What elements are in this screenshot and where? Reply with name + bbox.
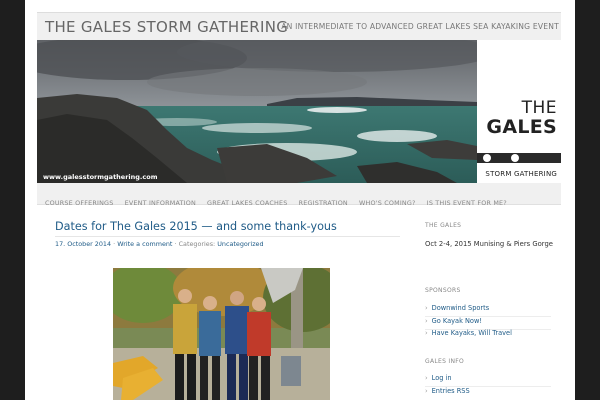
logo-gales-text: GALES (486, 116, 557, 138)
category-link[interactable]: Uncategorized (217, 240, 263, 248)
bullet-icon: › (425, 374, 428, 382)
nav-item-event-information[interactable]: EVENT INFORMATION (125, 199, 196, 207)
logo-dot-icon (483, 154, 491, 162)
banner-url: www.galesstormgathering.com (43, 173, 158, 181)
post-date-link[interactable]: 17. October 2014 (55, 240, 111, 248)
nav-item-whos-coming[interactable]: WHO'S COMING? (359, 199, 416, 207)
logo-storm-text: STORM GATHERING (485, 170, 557, 178)
nav-item-registration[interactable]: REGISTRATION (299, 199, 348, 207)
widget-gales-info: GALES INFO (425, 358, 464, 365)
widget-sponsors: SPONSORS (425, 287, 461, 294)
nav-item-course-offerings[interactable]: COURSE OFFERINGS (45, 199, 113, 207)
categories-label: Categories: (178, 240, 216, 248)
sponsor-link-label[interactable]: Go Kayak Now! (432, 317, 482, 325)
login-link-label[interactable]: Log in (432, 374, 452, 382)
page: THE GALES STORM GATHERING AN INTERMEDIAT… (25, 0, 575, 400)
nav-item-great-lakes-coaches[interactable]: GREAT LAKES COACHES (207, 199, 287, 207)
sponsor-link-label[interactable]: Downwind Sports (432, 304, 490, 312)
widget-the-gales: THE GALES Oct 2-4, 2015 Munising & Piers… (425, 222, 553, 248)
post-meta: 17. October 2014 · Write a comment · Cat… (55, 240, 264, 248)
entries-rss-link-label[interactable]: Entries RSS (432, 387, 470, 395)
post-title-divider (55, 236, 400, 237)
write-comment-link[interactable]: Write a comment (117, 240, 172, 248)
sponsor-link[interactable]: › Go Kayak Now! (425, 317, 482, 325)
widget-title-sponsors: SPONSORS (425, 287, 461, 294)
meta-separator: · (174, 240, 177, 248)
main-navigation: COURSE OFFERINGS EVENT INFORMATION GREAT… (37, 183, 561, 207)
event-dates-text: Oct 2-4, 2015 Munising & Piers Gorge (425, 240, 553, 248)
sponsor-link[interactable]: › Downwind Sports (425, 304, 489, 312)
site-header: THE GALES STORM GATHERING AN INTERMEDIAT… (37, 12, 561, 40)
bullet-icon: › (425, 304, 428, 312)
site-description: AN INTERMEDIATE TO ADVANCED GREAT LAKES … (281, 22, 559, 31)
header-banner: www.galesstormgathering.com THE GALES ST… (37, 40, 561, 183)
bullet-icon: › (425, 329, 428, 337)
bullet-icon: › (425, 387, 428, 395)
logo-dot-icon (511, 154, 519, 162)
sponsor-link-label[interactable]: Have Kayaks, Will Travel (432, 329, 512, 337)
login-link[interactable]: › Log in (425, 374, 452, 382)
logo-the-text: THE (521, 98, 557, 118)
banner-photo (37, 40, 477, 183)
bullet-icon: › (425, 317, 428, 325)
entries-rss-link[interactable]: › Entries RSS (425, 387, 470, 395)
meta-separator: · (113, 240, 116, 248)
site-title[interactable]: THE GALES STORM GATHERING (45, 18, 288, 36)
widget-title-the-gales: THE GALES (425, 222, 462, 229)
widget-title-gales-info: GALES INFO (425, 358, 465, 365)
post-photo (113, 268, 330, 400)
sponsor-link[interactable]: › Have Kayaks, Will Travel (425, 329, 512, 337)
nav-item-is-this-event-for-me[interactable]: IS THIS EVENT FOR ME? (427, 199, 507, 207)
post-title[interactable]: Dates for The Gales 2015 — and some than… (55, 220, 337, 233)
gales-logo: THE GALES STORM GATHERING (477, 40, 561, 183)
